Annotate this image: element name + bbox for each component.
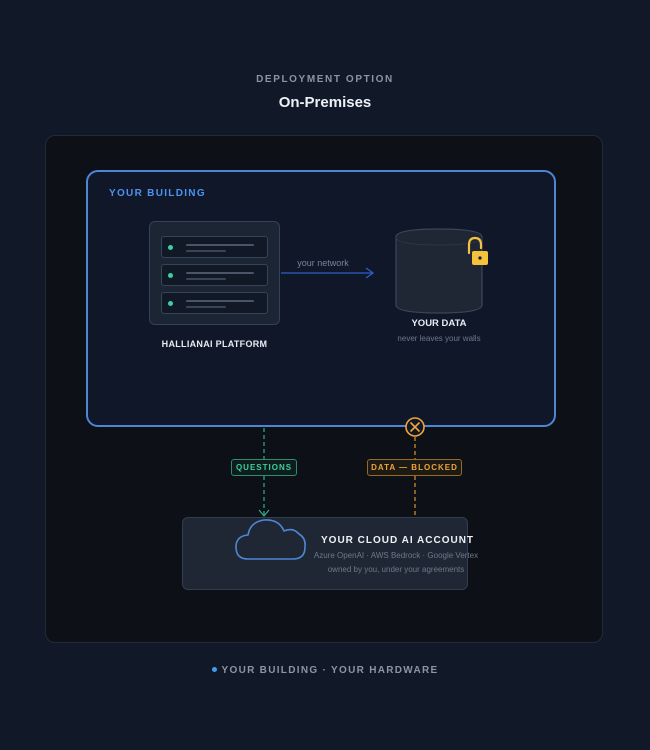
footer-text: YOUR BUILDING · YOUR HARDWARE bbox=[221, 665, 439, 676]
cloud-owner-note: owned by you, under your agreements bbox=[327, 565, 465, 574]
footer-dot bbox=[211, 667, 217, 672]
cloud-providers: Azure OpenAI · AWS Bedrock · Google Vert… bbox=[313, 551, 479, 560]
footer-caption: YOUR BUILDING · YOUR HARDWARE bbox=[0, 665, 650, 676]
cloud-account-title: YOUR CLOUD AI ACCOUNT bbox=[321, 535, 475, 546]
cloud-graphics bbox=[235, 519, 306, 560]
